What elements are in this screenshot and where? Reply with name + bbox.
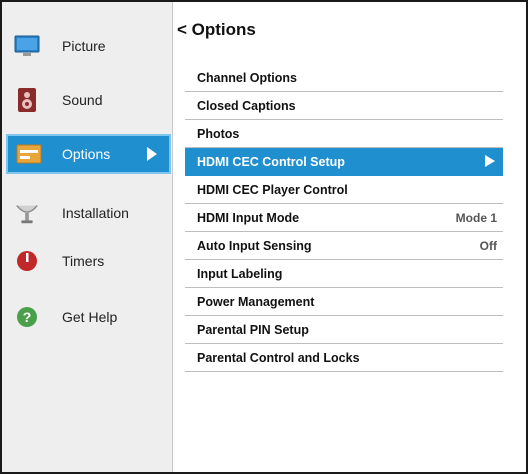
menu-item-hdmi-input-mode[interactable]: HDMI Input Mode Mode 1: [185, 204, 503, 232]
menu-item-closed-captions[interactable]: Closed Captions: [185, 92, 503, 120]
sidebar-item-label: Picture: [62, 38, 106, 54]
menu-item-power-management[interactable]: Power Management: [185, 288, 503, 316]
sidebar-item-options[interactable]: Options: [6, 134, 171, 174]
sidebar-item-label: Sound: [62, 92, 103, 108]
menu-item-value: Mode 1: [455, 211, 497, 225]
menu-item-value: Off: [479, 239, 497, 253]
sidebar-item-label: Installation: [62, 205, 129, 221]
menu-item-label: Closed Captions: [197, 98, 296, 113]
sidebar-item-get-help[interactable]: ? Get Help: [2, 295, 172, 339]
menu-item-label: Auto Input Sensing: [197, 238, 312, 253]
menu-item-parental-control-and-locks[interactable]: Parental Control and Locks: [185, 344, 503, 372]
sidebar-item-label: Options: [62, 146, 111, 162]
satellite-icon: [14, 200, 40, 226]
sidebar-item-picture[interactable]: Picture: [2, 24, 172, 68]
svg-text:?: ?: [23, 309, 32, 325]
tv-settings-window: Picture Sound Options Installation Timer…: [0, 0, 528, 474]
monitor-icon: [14, 33, 40, 59]
sidebar-item-label: Get Help: [62, 309, 118, 325]
page-title[interactable]: < Options: [177, 20, 256, 40]
menu-item-label: Power Management: [197, 294, 315, 309]
menu-item-input-labeling[interactable]: Input Labeling: [185, 260, 503, 288]
menu-item-label: Input Labeling: [197, 266, 283, 281]
chevron-right-icon: [147, 147, 157, 161]
sidebar: Picture Sound Options Installation Timer…: [2, 2, 173, 472]
options-icon: [16, 141, 42, 167]
menu-item-label: HDMI CEC Control Setup: [197, 154, 345, 169]
chevron-right-icon: [485, 155, 495, 167]
menu-item-hdmi-cec-control-setup[interactable]: HDMI CEC Control Setup: [185, 148, 503, 176]
sidebar-item-installation[interactable]: Installation: [2, 191, 172, 235]
menu-item-photos[interactable]: Photos: [185, 120, 503, 148]
menu-item-hdmi-cec-player-control[interactable]: HDMI CEC Player Control: [185, 176, 503, 204]
menu-item-parental-pin-setup[interactable]: Parental PIN Setup: [185, 316, 503, 344]
help-icon: ?: [14, 304, 40, 330]
sidebar-item-label: Timers: [62, 253, 105, 269]
menu-item-label: Parental PIN Setup: [197, 322, 309, 337]
menu-item-label: Channel Options: [197, 70, 297, 85]
sidebar-item-timers[interactable]: Timers: [2, 239, 172, 283]
speaker-icon: [14, 87, 40, 113]
options-menu: Channel Options Closed Captions Photos H…: [185, 64, 503, 372]
menu-item-auto-input-sensing[interactable]: Auto Input Sensing Off: [185, 232, 503, 260]
menu-item-label: Photos: [197, 126, 240, 141]
timer-icon: [14, 248, 40, 274]
menu-item-label: Parental Control and Locks: [197, 350, 360, 365]
menu-item-channel-options[interactable]: Channel Options: [185, 64, 503, 92]
menu-item-label: HDMI Input Mode: [197, 210, 300, 225]
menu-item-label: HDMI CEC Player Control: [197, 182, 348, 197]
sidebar-item-sound[interactable]: Sound: [2, 78, 172, 122]
options-panel: < Options Channel Options Closed Caption…: [173, 2, 526, 472]
